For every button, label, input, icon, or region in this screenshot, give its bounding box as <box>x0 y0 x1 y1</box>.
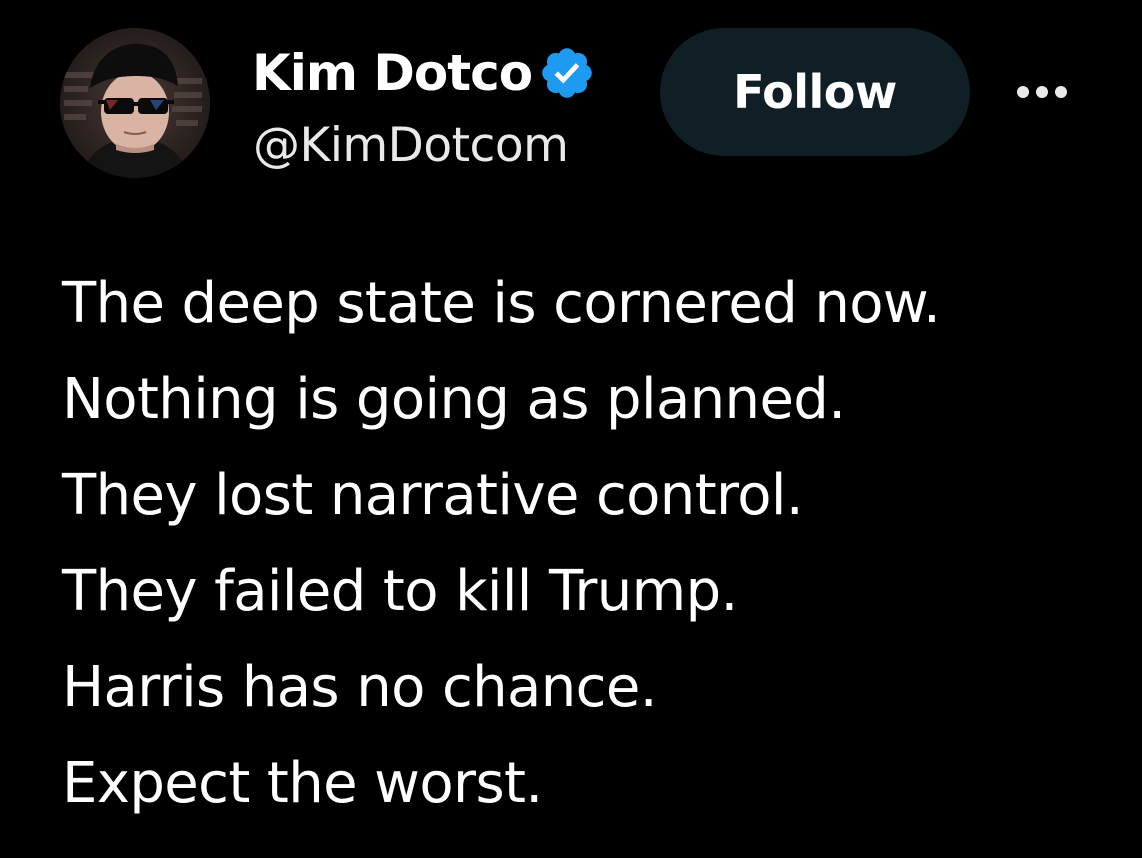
ellipsis-icon <box>1036 86 1048 98</box>
tweet-text-line: They lost narrative control. <box>62 463 804 528</box>
tweet-text-line: The deep state is cornered now. <box>62 271 941 336</box>
verified-badge-icon <box>538 44 596 102</box>
ellipsis-icon <box>1055 86 1067 98</box>
name-row: Kim Dotco <box>252 40 596 106</box>
tweet-text-line: Expect the worst. <box>62 751 543 816</box>
tweet-text-line: Nothing is going as planned. <box>62 367 846 432</box>
display-name[interactable]: Kim Dotco <box>252 48 533 98</box>
ellipsis-icon <box>1017 86 1029 98</box>
profile-photo-icon <box>60 28 210 178</box>
user-handle[interactable]: @KimDotcom <box>253 122 569 169</box>
follow-button-label: Follow <box>733 65 897 119</box>
avatar[interactable] <box>60 28 210 178</box>
follow-button[interactable]: Follow <box>660 28 970 156</box>
more-options-button[interactable] <box>1002 68 1082 116</box>
tweet-header: Kim Dotco @KimDotcom Follow <box>0 0 1142 200</box>
tweet-text-line: They failed to kill Trump. <box>62 559 738 624</box>
tweet-text: The deep state is cornered now. Nothing … <box>62 256 1122 832</box>
tweet-text-line: Harris has no chance. <box>62 655 658 720</box>
tweet-card: Kim Dotco @KimDotcom Follow The deep sta… <box>0 0 1142 858</box>
